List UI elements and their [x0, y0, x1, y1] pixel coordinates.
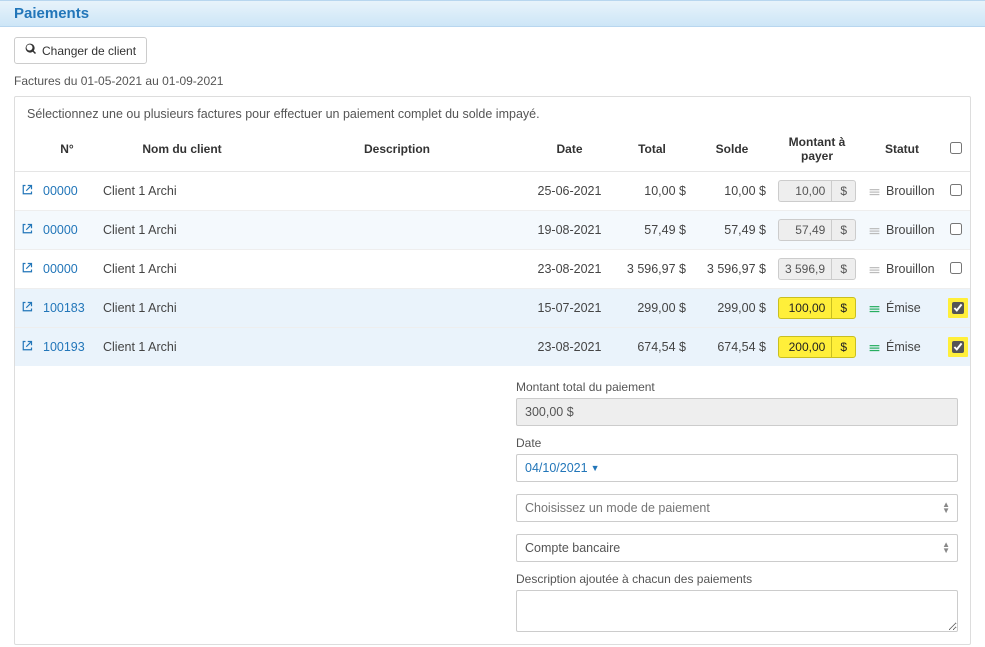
row-checkbox[interactable] [952, 302, 964, 314]
change-client-button[interactable]: Changer de client [14, 37, 147, 64]
page-title: Paiements [14, 5, 89, 22]
invoice-number-link[interactable]: 00000 [43, 184, 78, 198]
amount-to-pay-input[interactable] [778, 219, 831, 241]
table-row: 00000Client 1 Archi25-06-202110,00 $10,0… [15, 172, 970, 211]
client-name: Client 1 Archi [97, 328, 267, 367]
open-external-icon[interactable] [21, 301, 33, 316]
row-checkbox[interactable] [950, 262, 962, 274]
col-header-description: Description [267, 127, 527, 172]
status-icon [868, 185, 881, 198]
table-row: 00000Client 1 Archi19-08-202157,49 $57,4… [15, 211, 970, 250]
date-value: 04/10/2021 [525, 461, 588, 475]
invoice-total: 10,00 $ [612, 172, 692, 211]
caret-down-icon: ▼ [591, 463, 600, 473]
invoice-balance: 3 596,97 $ [692, 250, 772, 289]
invoice-balance: 10,00 $ [692, 172, 772, 211]
invoice-description [267, 211, 527, 250]
invoice-total: 674,54 $ [612, 328, 692, 367]
status-text: Brouillon [886, 184, 935, 198]
description-label: Description ajoutée à chacun des paiemen… [516, 572, 958, 586]
invoices-table: N° Nom du client Description Date Total … [15, 127, 970, 366]
status-icon [868, 302, 881, 315]
total-amount-field [516, 398, 958, 426]
col-header-date: Date [527, 127, 612, 172]
invoice-description [267, 289, 527, 328]
row-checkbox[interactable] [950, 184, 962, 196]
table-row: 00000Client 1 Archi23-08-20213 596,97 $3… [15, 250, 970, 289]
invoice-balance: 674,54 $ [692, 328, 772, 367]
currency-addon: $ [831, 336, 856, 358]
row-checkbox[interactable] [952, 341, 964, 353]
select-sort-icon: ▲▼ [942, 542, 950, 554]
status-text: Brouillon [886, 223, 935, 237]
invoice-description [267, 250, 527, 289]
invoice-description [267, 328, 527, 367]
amount-to-pay-input[interactable] [778, 258, 831, 280]
status-icon [868, 263, 881, 276]
status-text: Émise [886, 301, 921, 315]
panel-intro-text: Sélectionnez une ou plusieurs factures p… [15, 97, 970, 127]
invoice-date: 25-06-2021 [527, 172, 612, 211]
invoice-number-link[interactable]: 100183 [43, 301, 85, 315]
currency-addon: $ [831, 258, 856, 280]
open-external-icon[interactable] [21, 262, 33, 277]
invoice-number-link[interactable]: 00000 [43, 262, 78, 276]
select-all-checkbox[interactable] [950, 142, 962, 154]
payment-form: Montant total du paiement Date 04/10/202… [504, 366, 970, 644]
invoice-date: 23-08-2021 [527, 328, 612, 367]
col-header-statut: Statut [862, 127, 942, 172]
change-client-label: Changer de client [42, 44, 136, 58]
total-label: Montant total du paiement [516, 380, 958, 394]
invoice-date: 23-08-2021 [527, 250, 612, 289]
invoice-total: 299,00 $ [612, 289, 692, 328]
select-sort-icon: ▲▼ [942, 502, 950, 514]
invoice-date: 15-07-2021 [527, 289, 612, 328]
bank-account-select[interactable] [516, 534, 958, 562]
invoice-total: 3 596,97 $ [612, 250, 692, 289]
col-header-checkbox[interactable] [942, 127, 970, 172]
table-row: 100193Client 1 Archi23-08-2021674,54 $67… [15, 328, 970, 367]
open-external-icon[interactable] [21, 340, 33, 355]
currency-addon: $ [831, 219, 856, 241]
row-checkbox[interactable] [950, 223, 962, 235]
amount-to-pay-input[interactable] [778, 297, 831, 319]
col-header-total: Total [612, 127, 692, 172]
invoice-number-link[interactable]: 100193 [43, 340, 85, 354]
client-name: Client 1 Archi [97, 289, 267, 328]
date-range-text: Factures du 01-05-2021 au 01-09-2021 [14, 74, 971, 88]
payment-mode-select[interactable] [516, 494, 958, 522]
status-icon [868, 341, 881, 354]
invoices-panel: Sélectionnez une ou plusieurs factures p… [14, 96, 971, 645]
col-header-client: Nom du client [97, 127, 267, 172]
status-text: Brouillon [886, 262, 935, 276]
invoice-date: 19-08-2021 [527, 211, 612, 250]
client-name: Client 1 Archi [97, 172, 267, 211]
status-text: Émise [886, 340, 921, 354]
col-header-solde: Solde [692, 127, 772, 172]
col-header-montant: Montant à payer [772, 127, 862, 172]
invoice-balance: 299,00 $ [692, 289, 772, 328]
invoice-balance: 57,49 $ [692, 211, 772, 250]
amount-to-pay-input[interactable] [778, 336, 831, 358]
table-row: 100183Client 1 Archi15-07-2021299,00 $29… [15, 289, 970, 328]
amount-to-pay-input[interactable] [778, 180, 831, 202]
open-external-icon[interactable] [21, 223, 33, 238]
description-textarea[interactable] [516, 590, 958, 632]
date-picker[interactable]: 04/10/2021 ▼ [516, 454, 958, 482]
date-label: Date [516, 436, 958, 450]
invoice-total: 57,49 $ [612, 211, 692, 250]
client-name: Client 1 Archi [97, 250, 267, 289]
invoice-description [267, 172, 527, 211]
search-icon [25, 43, 37, 58]
currency-addon: $ [831, 297, 856, 319]
open-external-icon[interactable] [21, 184, 33, 199]
col-header-no: N° [37, 127, 97, 172]
invoice-number-link[interactable]: 00000 [43, 223, 78, 237]
status-icon [868, 224, 881, 237]
currency-addon: $ [831, 180, 856, 202]
client-name: Client 1 Archi [97, 211, 267, 250]
